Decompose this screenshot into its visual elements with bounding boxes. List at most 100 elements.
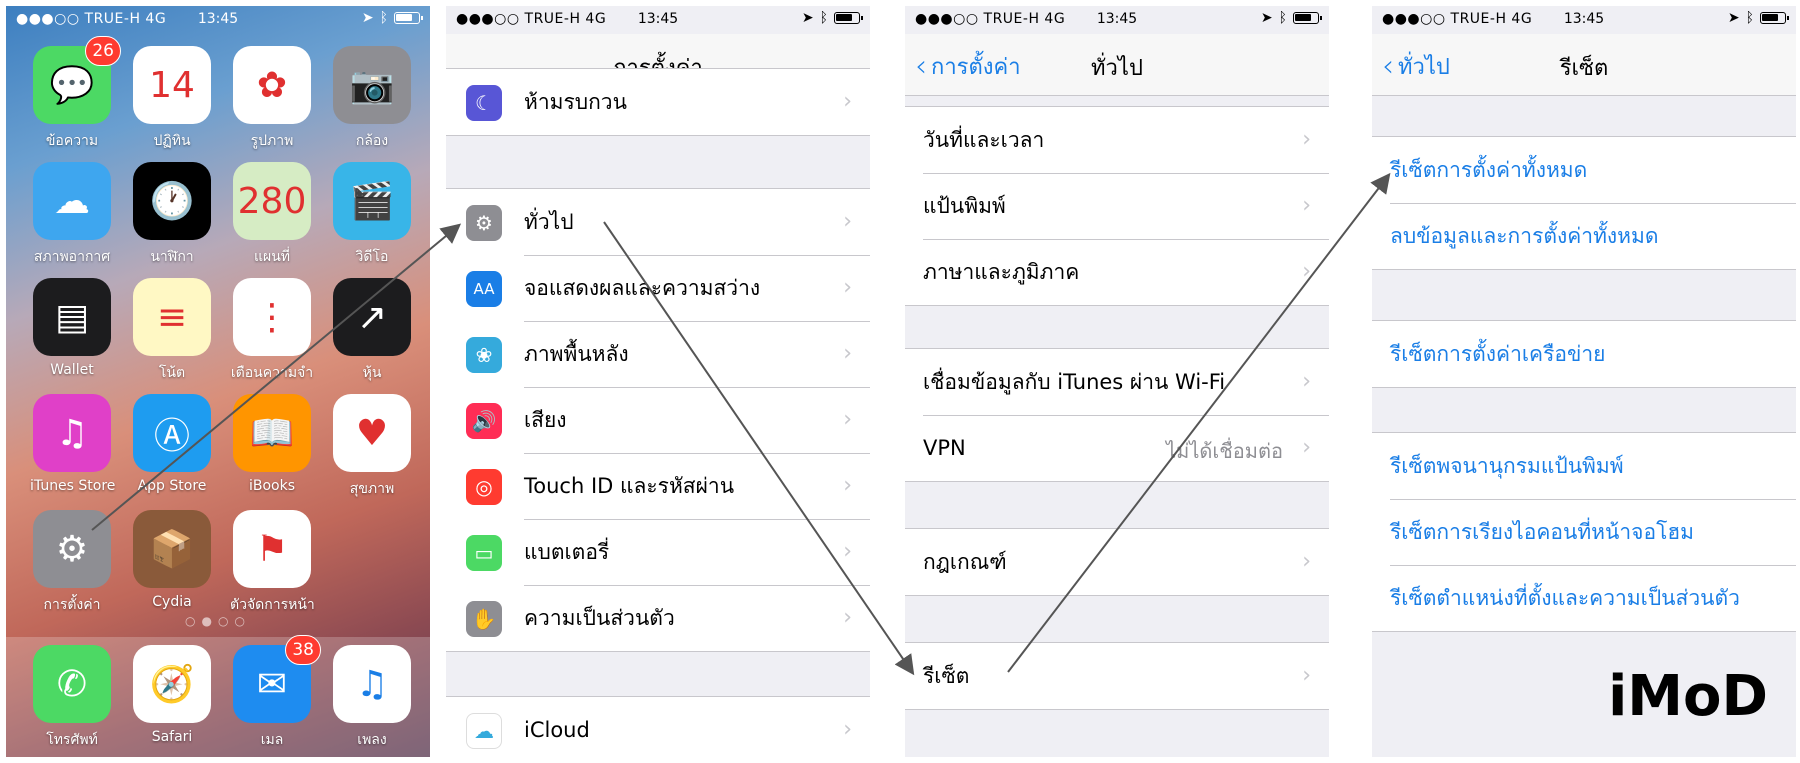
settings-item-battery[interactable]: ▭ แบตเตอรี่ › [446,519,870,585]
general-item-label: แป้นพิมพ์ [923,193,1006,218]
chevron-right-icon: › [1302,193,1311,218]
settings-item-fingerprint[interactable]: ◎ Touch ID และรหัสผ่าน › [446,453,870,519]
app-cydia[interactable]: 📦 Cydia [130,510,214,610]
photos-icon: ✿ [233,46,311,124]
chevron-right-icon: › [843,539,852,564]
app-camera[interactable]: 📷 กล้อง [330,46,414,152]
app-messages[interactable]: 💬 26 ข้อความ [30,36,121,152]
dock-app-mail[interactable]: ✉ 38 เมล [230,635,321,751]
app-health[interactable]: ♥ สุขภาพ [330,394,414,500]
dock-app-safari[interactable]: 🧭 Safari [130,645,214,745]
wallpaper-icon: ❀ [466,337,502,373]
app-page-manager[interactable]: ⚑ ตัวจัดการหน้า [230,510,315,616]
app-photos[interactable]: ✿ รูปภาพ [230,46,314,152]
app-wallet[interactable]: ▤ Wallet [30,278,114,378]
app-label: เพลง [357,732,387,748]
cydia-icon: 📦 [133,510,211,588]
general-item[interactable]: แป้นพิมพ์ › [905,173,1329,239]
health-icon: ♥ [333,394,411,472]
battery-icon [834,12,863,24]
settings-item-display[interactable]: AA จอแสดงผลและความสว่าง › [446,255,870,321]
app-clock[interactable]: 🕐 นาฬิกา [130,162,214,268]
chevron-right-icon: › [1302,369,1311,394]
maps-icon: 280 [233,162,311,240]
app-stocks[interactable]: ↗ หุ้น [330,278,414,384]
app-store-icon: Ⓐ [133,394,211,472]
chevron-right-icon: › [843,473,852,498]
reset-item-label: รีเซ็ตตำแหน่งที่ตั้งและความเป็นส่วนตัว [1390,585,1740,610]
app-label: หุ้น [362,365,382,381]
reset-item[interactable]: รีเซ็ตการตั้งค่าเครือข่าย [1372,321,1796,387]
page-title: รีเซ็ต [1559,56,1609,81]
general-item-label: VPN [923,436,966,460]
app-ibooks[interactable]: 📖 iBooks [230,394,314,494]
settings-group-icloud: ☁ iCloud › [446,696,870,757]
settings-item-privacy-hand[interactable]: ✋ ความเป็นส่วนตัว › [446,585,870,651]
camera-icon: 📷 [333,46,411,124]
reset-item-label: รีเซ็ตการตั้งค่าทั้งหมด [1390,157,1588,182]
general-group-4: รีเซ็ต › [905,642,1329,710]
battery-icon [394,12,423,24]
app-itunes-store[interactable]: ♫ iTunes Store [30,394,115,494]
settings-item-gear[interactable]: ⚙ ทั่วไป › [446,189,870,255]
general-item[interactable]: วันที่และเวลา › [905,107,1329,173]
chevron-right-icon: › [843,209,852,234]
app-label: สภาพอากาศ [33,249,111,265]
general-item[interactable]: เชื่อมข้อมูลกับ iTunes ผ่าน Wi-Fi › [905,349,1329,415]
stocks-icon: ↗ [333,278,411,356]
icloud-icon: ☁ [466,713,502,749]
general-item[interactable]: กฎเกณฑ์ › [905,529,1329,595]
battery-icon [1760,12,1789,24]
app-reminders[interactable]: ⋮ เตือนความจำ [230,278,314,384]
display-icon: AA [466,271,502,307]
dock-app-music[interactable]: ♫ เพลง [330,645,414,751]
settings-item-wallpaper[interactable]: ❀ ภาพพื้นหลัง › [446,321,870,387]
reset-item[interactable]: รีเซ็ตการตั้งค่าทั้งหมด [1372,137,1796,203]
clock-icon: 🕐 [133,162,211,240]
settings-icon: ⚙ [33,510,111,588]
bluetooth-icon: ᛒ [819,10,828,26]
navigation-bar: ‹ ทั่วไป รีเซ็ต [1372,34,1796,96]
chevron-right-icon: › [1302,259,1311,284]
fingerprint-icon: ◎ [466,469,502,505]
general-item[interactable]: ภาษาและภูมิภาค › [905,239,1329,305]
location-icon: ➤ [1727,10,1740,26]
safari-icon: 🧭 [133,645,211,723]
settings-item-sound[interactable]: 🔊 เสียง › [446,387,870,453]
reset-item-label: ลบข้อมูลและการตั้งค่าทั้งหมด [1390,223,1659,248]
reset-item[interactable]: รีเซ็ตพจนานุกรมแป้นพิมพ์ [1372,433,1796,499]
reset-screen: ●●●○○ TRUE-H 4G 13:45 ➤ ᛒ ‹ ทั่วไป รีเซ็ต … [1372,6,1796,757]
app-label: ตัวจัดการหน้า [230,597,315,613]
app-weather[interactable]: ☁ สภาพอากาศ [30,162,114,268]
chevron-right-icon: › [843,89,852,114]
app-settings[interactable]: ⚙ การตั้งค่า [30,510,114,616]
itunes-store-icon: ♫ [33,394,111,472]
reset-item-label: รีเซ็ตการเรียงไอคอนที่หน้าจอโฮม [1390,519,1695,544]
dock-app-phone[interactable]: ✆ โทรศัพท์ [30,645,114,751]
ibooks-icon: 📖 [233,394,311,472]
app-label: ปฏิทิน [153,133,191,149]
weather-icon: ☁ [33,162,111,240]
general-item-label: รีเซ็ต [923,663,970,688]
settings-item-do-not-disturb[interactable]: ☾ ห้ามรบกวน › [446,69,870,135]
app-videos[interactable]: 🎬 วิดีโอ [330,162,414,268]
app-maps[interactable]: 280 แผนที่ [230,162,314,268]
reset-item[interactable]: รีเซ็ตการเรียงไอคอนที่หน้าจอโฮม [1372,499,1796,565]
reset-item[interactable]: ลบข้อมูลและการตั้งค่าทั้งหมด [1372,203,1796,269]
page-dots: ○●○○ [185,614,251,628]
app-calendar[interactable]: 14 ปฏิทิน [130,46,214,152]
messages-icon: 💬 26 [33,36,121,124]
general-group-1: วันที่และเวลา › แป้นพิมพ์ › ภาษาและภูมิภาค › [905,106,1329,306]
general-item[interactable]: รีเซ็ต › [905,643,1329,709]
app-app-store[interactable]: Ⓐ App Store [130,394,214,494]
videos-icon: 🎬 [333,162,411,240]
reset-item[interactable]: รีเซ็ตตำแหน่งที่ตั้งและความเป็นส่วนตัว [1372,565,1796,631]
general-group-2: เชื่อมข้อมูลกับ iTunes ผ่าน Wi-Fi › VPN ไม่… [905,348,1329,482]
app-notes[interactable]: ≡ โน้ต [130,278,214,384]
phone-icon: ✆ [33,645,111,723]
calendar-icon: 14 [133,46,211,124]
settings-item-icloud[interactable]: ☁ iCloud › [446,697,870,757]
bluetooth-icon: ᛒ [379,10,388,26]
general-item[interactable]: VPN ไม่ได้เชื่อมต่อ › [905,415,1329,481]
chevron-right-icon: › [1302,435,1311,460]
